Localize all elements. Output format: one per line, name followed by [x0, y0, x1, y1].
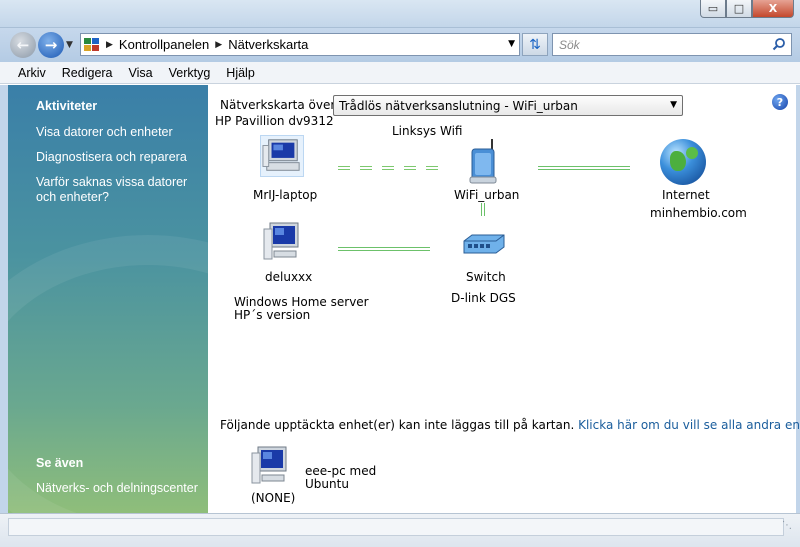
server-description-2: HP´s version	[234, 308, 311, 322]
computer-icon	[260, 135, 304, 177]
recent-pages-dropdown[interactable]: ▼	[66, 40, 73, 50]
map-header-label: Nätverkskarta över	[220, 98, 336, 112]
switch-model-label: D-link DGS	[451, 291, 516, 305]
wireless-router-icon	[469, 139, 497, 184]
arrow-right-icon: →	[44, 36, 58, 54]
maximize-button[interactable]: □	[726, 0, 752, 18]
task-view-computers[interactable]: Visa datorer och enheter	[36, 125, 204, 140]
wired-link-router-internet	[538, 166, 630, 170]
resize-grip-icon[interactable]: ⋱	[782, 520, 792, 531]
menu-file[interactable]: Arkiv	[10, 66, 54, 80]
host-name: HP Pavillion dv9312	[215, 114, 334, 128]
router-caption: Linksys Wifi	[392, 124, 463, 138]
wireless-link-segment	[360, 166, 372, 170]
internet-label: Internet	[662, 188, 710, 202]
tasks-heading: Aktiviteter	[36, 99, 98, 113]
network-select-value: Trådlös nätverksanslutning - WiFi_urban	[339, 99, 578, 113]
wireless-link-segment	[382, 166, 394, 170]
window-frame-right	[796, 85, 800, 513]
chevron-down-icon: ▼	[670, 100, 677, 110]
router-label: WiFi_urban	[454, 188, 520, 202]
breadcrumb-separator-icon[interactable]: ▶	[215, 40, 222, 50]
network-switch-icon	[463, 234, 505, 254]
chevron-down-icon: ▼	[66, 40, 73, 50]
wired-link-router-switch	[481, 203, 485, 216]
unmapped-device-ip: (NONE)	[251, 491, 296, 505]
chevron-down-icon[interactable]: ▼	[508, 39, 515, 49]
title-bar: ▭ □ X	[0, 0, 800, 28]
breadcrumb-separator-icon[interactable]: ▶	[106, 40, 113, 50]
refresh-icon: ⇅	[529, 36, 541, 53]
server-label: deluxxx	[265, 270, 313, 284]
wireless-link-segment	[404, 166, 416, 170]
task-diagnose-repair[interactable]: Diagnostisera och reparera	[36, 150, 204, 165]
menu-bar: Arkiv Redigera Visa Verktyg Hjälp	[0, 62, 800, 84]
status-field	[8, 518, 784, 536]
menu-view[interactable]: Visa	[121, 66, 161, 80]
status-bar: ⋱	[0, 513, 800, 547]
task-missing-devices[interactable]: Varför saknas vissa datorer och enheter?	[36, 175, 204, 205]
server-description-1: Windows Home server	[234, 295, 369, 309]
breadcrumb-network-map[interactable]: Nätverkskarta	[228, 37, 308, 52]
task-pane: Aktiviteter Visa datorer och enheter Dia…	[8, 85, 208, 513]
forward-button[interactable]: →	[38, 32, 64, 58]
address-bar[interactable]: ▶ Kontrollpanelen ▶ Nätverkskarta ▼	[80, 33, 520, 56]
unmapped-device-name-1: eee-pc med	[305, 464, 377, 478]
search-placeholder: Sök	[559, 38, 580, 52]
globe-icon	[660, 139, 706, 185]
close-icon: X	[768, 2, 778, 15]
show-other-devices-link[interactable]: Klicka här om du vill se alla andra enhe…	[578, 418, 800, 432]
unmapped-devices-note: Följande upptäckta enhet(er) kan inte lä…	[220, 418, 800, 432]
search-icon[interactable]	[772, 37, 786, 51]
unmapped-note-text: Följande upptäckta enhet(er) kan inte lä…	[220, 418, 575, 432]
network-map-panel: ? Nätverkskarta över Trådlös nätverksans…	[208, 85, 800, 513]
computer-icon	[251, 446, 287, 484]
back-button[interactable]: ←	[10, 32, 36, 58]
help-icon[interactable]: ?	[772, 94, 788, 110]
wireless-link-segment	[426, 166, 438, 170]
laptop-label: MrIJ-laptop	[253, 188, 318, 202]
minimize-button[interactable]: ▭	[700, 0, 726, 18]
network-select[interactable]: Trådlös nätverksanslutning - WiFi_urban …	[333, 95, 683, 116]
window-controls: ▭ □ X	[700, 0, 794, 18]
menu-help[interactable]: Hjälp	[218, 66, 263, 80]
breadcrumb-control-panel[interactable]: Kontrollpanelen	[119, 37, 209, 52]
menu-tools[interactable]: Verktyg	[161, 66, 219, 80]
internet-domain-label: minhembio.com	[650, 206, 747, 220]
window-frame-left	[0, 85, 8, 513]
computer-icon	[263, 222, 299, 260]
arrow-left-icon: ←	[16, 36, 30, 54]
wireless-link-segment	[338, 166, 350, 170]
control-panel-icon	[84, 37, 100, 52]
menu-edit[interactable]: Redigera	[54, 66, 121, 80]
navigation-bar: ← → ▼ ▶ Kontrollpanelen ▶ Nätverkskarta …	[0, 28, 800, 62]
wired-link-server-switch	[338, 247, 430, 251]
search-input[interactable]: Sök	[552, 33, 792, 56]
network-sharing-center-link[interactable]: Nätverks- och delningscenter	[36, 481, 204, 496]
maximize-icon: □	[733, 2, 745, 15]
switch-label: Switch	[466, 270, 506, 284]
minimize-icon: ▭	[707, 2, 719, 15]
unmapped-device-name-2: Ubuntu	[305, 477, 349, 491]
close-button[interactable]: X	[752, 0, 794, 18]
see-also-heading: Se även	[36, 456, 84, 470]
refresh-button[interactable]: ⇅	[522, 33, 548, 56]
